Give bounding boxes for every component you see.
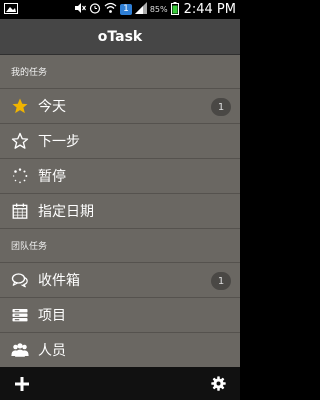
nav-item-paused[interactable]: 暂停 bbox=[0, 159, 240, 194]
gear-icon[interactable] bbox=[208, 374, 228, 394]
count-badge: 1 bbox=[211, 98, 231, 116]
star-filled-icon bbox=[11, 97, 29, 115]
app-bar: oTask bbox=[0, 19, 240, 55]
gallery-notification-icon bbox=[4, 2, 18, 17]
app-title: oTask bbox=[97, 28, 143, 45]
section-header-my-tasks: 我的任务 bbox=[0, 55, 240, 89]
star-outline-icon bbox=[11, 132, 29, 150]
navigation-drawer: 我的任务 今天 1 下一步 暂停 指定日期 团队任务 收件箱 1 项目 人员 bbox=[0, 55, 240, 367]
chat-bubbles-icon bbox=[11, 271, 29, 289]
count-badge: 1 bbox=[211, 272, 231, 290]
nav-item-next-step[interactable]: 下一步 bbox=[0, 124, 240, 159]
signal-icon bbox=[134, 2, 147, 17]
stack-icon bbox=[11, 306, 29, 324]
nav-item-label: 今天 bbox=[38, 99, 66, 115]
battery-icon bbox=[170, 1, 179, 18]
nav-item-today[interactable]: 今天 1 bbox=[0, 89, 240, 124]
bottom-action-bar bbox=[0, 367, 240, 400]
nav-item-inbox[interactable]: 收件箱 1 bbox=[0, 263, 240, 298]
section-header-team-tasks: 团队任务 bbox=[0, 229, 240, 263]
status-bar: 1 85% 2:44 PM bbox=[0, 0, 240, 19]
nav-item-label: 人员 bbox=[38, 343, 66, 359]
nav-item-people[interactable]: 人员 bbox=[0, 333, 240, 367]
spinner-dots-icon bbox=[11, 167, 29, 185]
nav-item-label: 收件箱 bbox=[38, 273, 80, 289]
nav-item-label: 下一步 bbox=[38, 134, 80, 150]
nav-item-label: 项目 bbox=[38, 308, 66, 324]
nav-item-projects[interactable]: 项目 bbox=[0, 298, 240, 333]
nav-item-scheduled[interactable]: 指定日期 bbox=[0, 194, 240, 229]
status-clock: 2:44 PM bbox=[183, 2, 236, 17]
notification-count-badge: 1 bbox=[120, 4, 132, 15]
mute-icon bbox=[74, 2, 87, 17]
plus-icon[interactable] bbox=[12, 374, 32, 394]
battery-percent: 85% bbox=[149, 5, 168, 14]
calendar-icon bbox=[11, 202, 29, 220]
people-icon bbox=[11, 341, 29, 359]
wifi-icon bbox=[104, 2, 117, 17]
nav-item-label: 指定日期 bbox=[38, 204, 94, 220]
alarm-icon bbox=[89, 2, 101, 17]
nav-item-label: 暂停 bbox=[38, 169, 66, 185]
